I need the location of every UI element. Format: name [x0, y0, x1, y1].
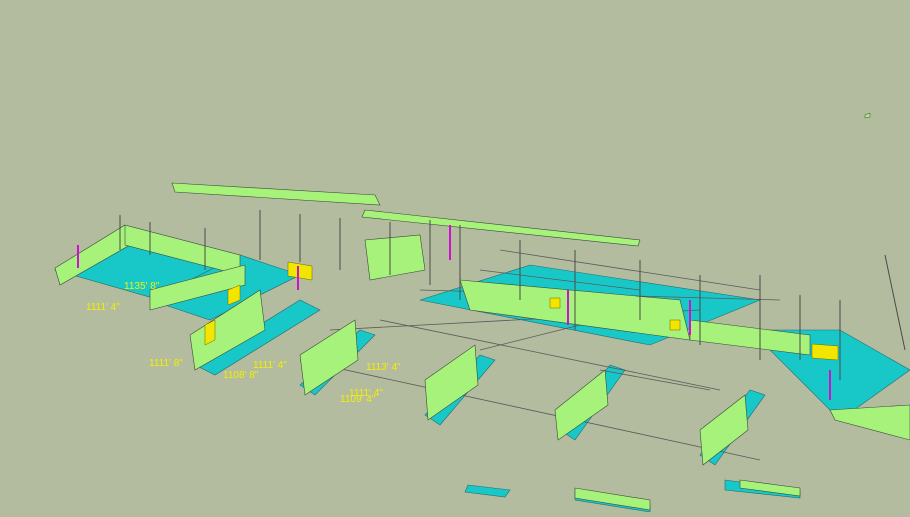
model-viewport[interactable]: 1135' 8" 1111' 4" 1111' 8" 1108' 8" 1111… — [0, 0, 910, 513]
elevation-label: 1108' 8" — [223, 370, 259, 381]
elevation-label: 1135' 8" — [124, 281, 160, 292]
small-object — [864, 112, 871, 119]
elevation-label: 1111' 4" — [253, 360, 287, 371]
elevation-label: 1111' 4" — [86, 302, 120, 313]
elevation-label: 1113' 4" — [366, 362, 401, 373]
footings — [54, 229, 910, 513]
elevation-label: 1109' 4" — [340, 394, 376, 405]
elevation-label: 1111' 8" — [149, 358, 183, 369]
walls — [54, 182, 910, 511]
building-model — [54, 112, 910, 513]
